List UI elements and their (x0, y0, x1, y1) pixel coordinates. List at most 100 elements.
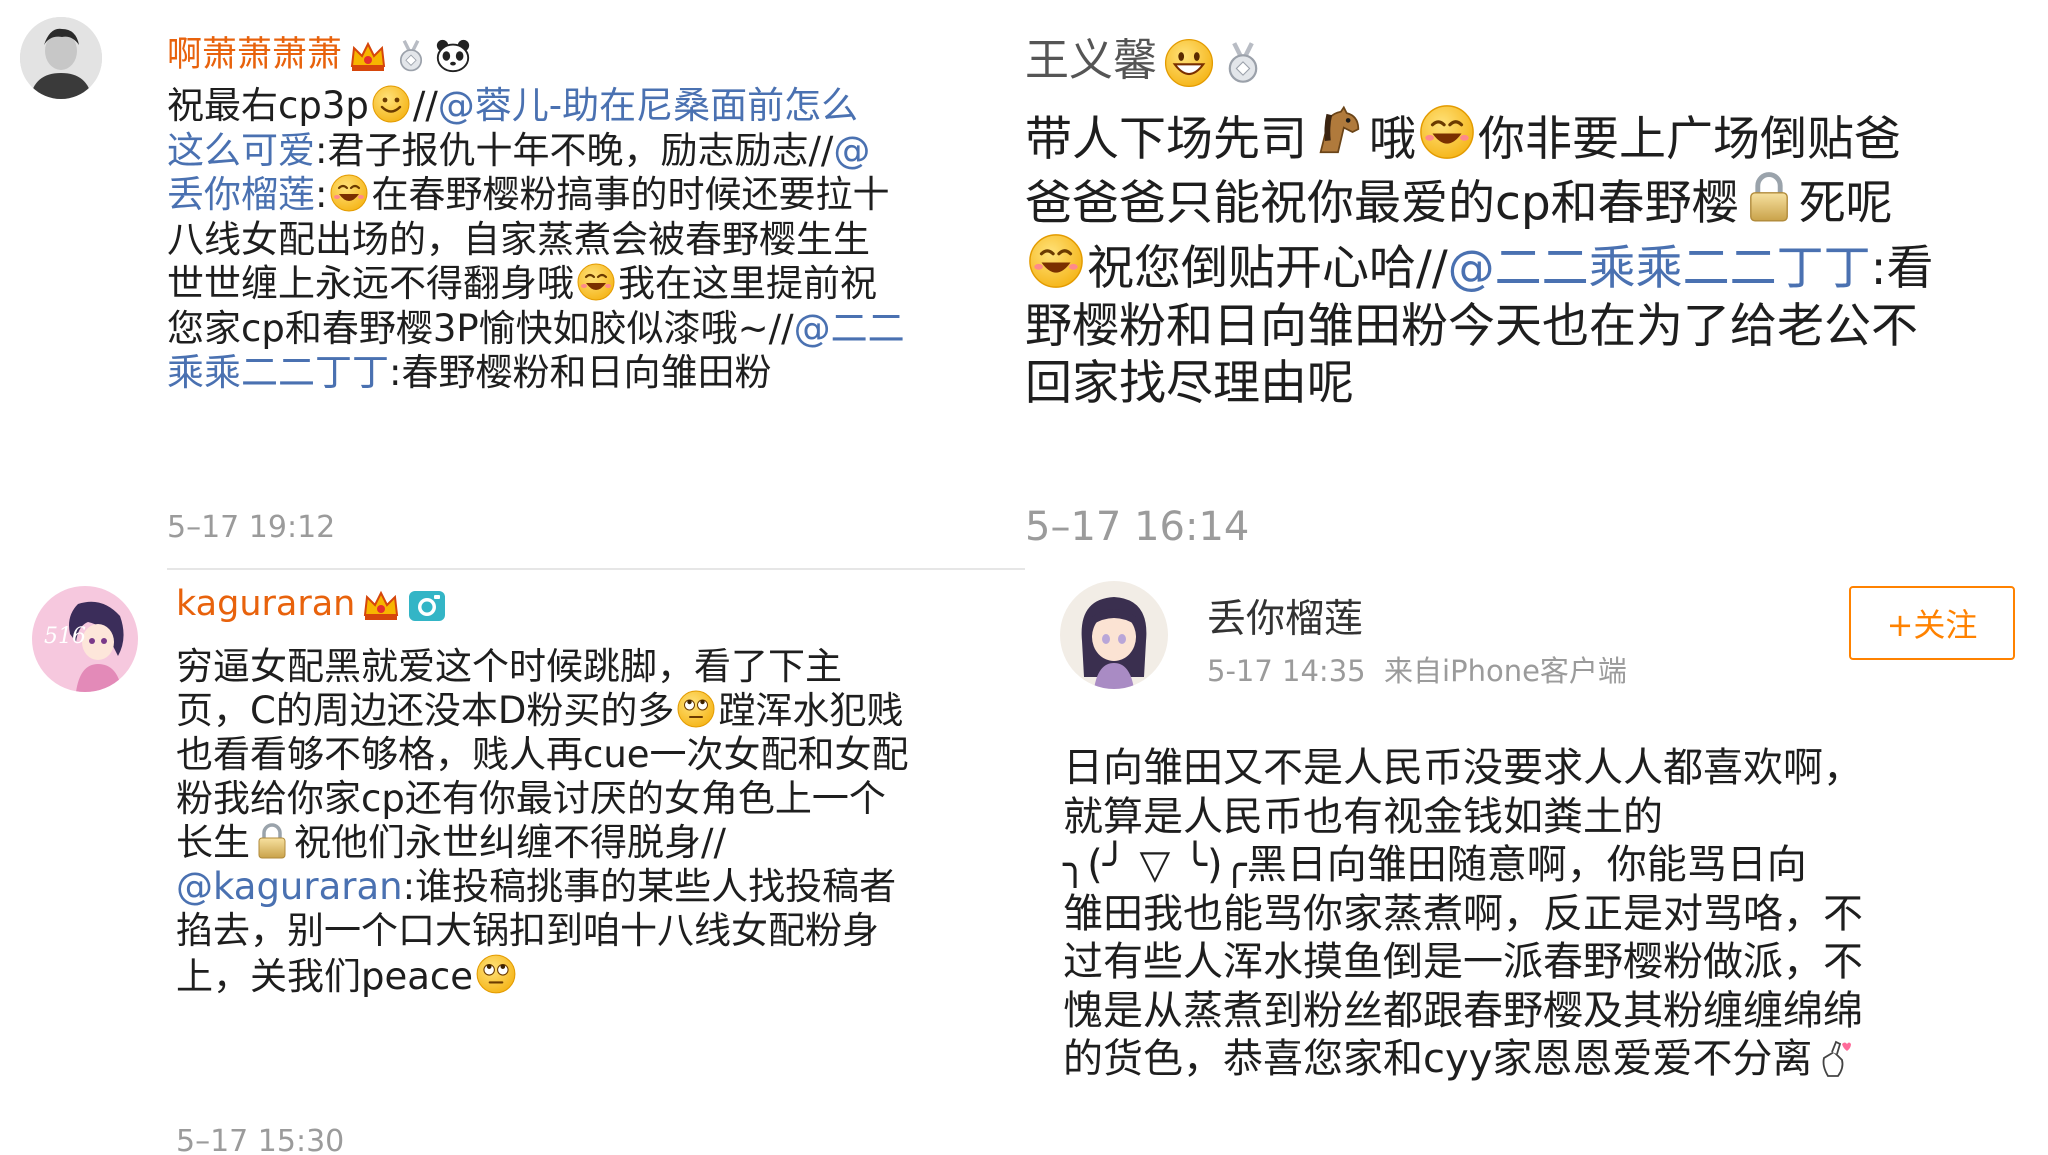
post-meta: 5-17 14:35 来自iPhone客户端 (1207, 654, 1627, 688)
avatar[interactable] (1060, 581, 1168, 689)
text-segment: 死呢 (1798, 175, 1893, 231)
mention-link[interactable]: @ (833, 129, 870, 172)
text-line: 丢你榴莲: 在春野樱粉搞事的时候还要拉十 (167, 173, 905, 218)
finger-heart-icon (1814, 1038, 1854, 1078)
text-line: 就算是人民币也有视金钱如粪土的 (1063, 793, 1663, 840)
text-line: 日向雏田又不是人民币没要求人人都喜欢啊， (1063, 745, 1863, 791)
grin-emoji-icon (1163, 37, 1215, 89)
text-line: 八线女配出场的，自家蒸煮会被春野樱生生 (167, 217, 870, 261)
text-line: 祝最右cp3p //@蓉儿-助在尼桑面前怎么 (167, 84, 905, 129)
panda-icon (434, 37, 472, 75)
text-segment: :君子报仇十年不晚，励志励志// (315, 128, 834, 172)
text-segment: 我在这里提前祝 (618, 262, 877, 305)
username[interactable]: 丢你榴莲 (1207, 588, 1363, 644)
text-line: 掐去，别一个口大锅扣到咱十八线女配粉身 (176, 909, 879, 952)
username-text[interactable]: kaguraran (176, 584, 355, 624)
text-segment: :看 (1870, 241, 1934, 296)
vip-crown-icon (361, 585, 401, 625)
text-line: 雏田我也能骂你家蒸煮啊，反正是对骂咯，不 (1063, 890, 1863, 937)
post-text: 带人下场先司 哦 你非要上广场倒贴爸 爸爸爸只能祝你最爱的cp和春野樱 死呢 祝您倒贴… (1025, 103, 1934, 413)
post-text: 穷逼女配黑就爱这个时候跳脚，看了下主 页，C的周边还没本D粉买的多 蹚浑水犯贱 也… (176, 645, 909, 999)
lock-emoji-icon (252, 821, 292, 861)
text-line: 世世缠上永远不得翻身哦 我在这里提前祝 (167, 262, 905, 307)
text-line: @kaguraran:谁投稿挑事的某些人找投稿者 (176, 865, 909, 909)
text-line: 祝您倒贴开心哈//@二二乘乘二二丁丁:看 (1025, 232, 1934, 298)
text-line: 上，关我们peace (176, 953, 909, 999)
smiley-emoji-icon (371, 84, 411, 124)
post-timestamp: 5–17 19:12 (167, 510, 336, 545)
text-segment: 蹚浑水犯贱 (718, 689, 904, 732)
text-segment: 上，关我们peace (176, 955, 474, 998)
username-text[interactable]: 王义馨 (1025, 35, 1157, 86)
mention-link[interactable]: 乘乘二二丁丁 (167, 351, 389, 394)
mention-link[interactable]: 这么可爱 (167, 129, 315, 172)
laugh-emoji-icon (329, 173, 369, 213)
username[interactable]: kaguraran (176, 584, 447, 625)
horse-emoji-icon (1309, 103, 1367, 161)
text-segment: 您家cp和春野樱3P愉快如胶似漆哦~// (167, 306, 794, 350)
medal-icon (394, 39, 428, 73)
mention-link[interactable]: @kaguraran (176, 865, 403, 908)
text-segment: :春野樱粉和日向雏田粉 (389, 351, 772, 394)
text-segment: : (315, 173, 328, 216)
follow-button[interactable]: +关注 (1849, 586, 2015, 660)
text-segment: 哦 (1369, 112, 1416, 167)
text-segment: 世世缠上永远不得翻身哦 (167, 262, 574, 305)
eyeroll-emoji-icon (475, 953, 517, 995)
avatar-text: 516 (44, 624, 86, 649)
text-line: 带人下场先司 哦 你非要上广场倒贴爸 (1025, 103, 1934, 169)
text-segment: 祝最右cp3p (167, 84, 369, 127)
lock-emoji-icon (1741, 169, 1797, 225)
text-line: 乘乘二二丁丁:春野樱粉和日向雏田粉 (167, 351, 905, 396)
username-text[interactable]: 啊萧萧萧萧 (167, 35, 342, 75)
text-line: 您家cp和春野樱3P愉快如胶似漆哦~//@二二 (167, 307, 905, 352)
text-line: 回家找尽理由呢 (1025, 356, 1354, 411)
text-segment: 你非要上广场倒贴爸 (1478, 112, 1901, 167)
post-text: 日向雏田又不是人民币没要求人人都喜欢啊， 就算是人民币也有视金钱如粪土的 ╮(╯… (1063, 744, 1863, 1084)
text-line: 的货色，恭喜您家和cyy家恩恩爱爱不分离 (1063, 1035, 1863, 1084)
text-segment: 的货色，恭喜您家和cyy家恩恩爱爱不分离 (1063, 1036, 1813, 1082)
laugh-emoji-icon (1418, 103, 1476, 161)
text-segment: 在春野樱粉搞事的时候还要拉十 (371, 173, 890, 216)
username[interactable]: 啊萧萧萧萧 (167, 26, 472, 77)
post-card-bottom-left: 516 kaguraran 穷逼女配黑就爱这个时候跳脚，看了下主 页，C的周边还… (0, 548, 1025, 1155)
post-text: 祝最右cp3p //@蓉儿-助在尼桑面前怎么 这么可爱:君子报仇十年不晚，励志励志… (167, 84, 905, 396)
text-segment: 长生 (176, 821, 250, 864)
post-card-top-left: 啊萧萧萧萧 祝最右cp3p //@蓉儿-助在尼桑面前怎么 这么可爱:君子报仇十年不… (0, 0, 1025, 548)
avatar[interactable] (20, 17, 102, 99)
text-line: 也看看够不够格，贱人再cue一次女配和女配 (176, 733, 909, 776)
text-segment: 爸爸爸只能祝你最爱的cp和春野樱 (1025, 175, 1739, 231)
text-line: 愧是从蒸煮到粉丝都跟春野樱及其粉缠缠绵绵 (1063, 987, 1863, 1034)
text-line: 野樱粉和日向雏田粉今天也在为了给老公不 (1025, 298, 1918, 354)
post-timestamp: 5–17 16:14 (1025, 504, 1250, 548)
text-line: ╮(╯ ▽ ╰)╭黑日向雏田随意啊，你能骂日向 (1063, 842, 1807, 888)
text-line: 页，C的周边还没本D粉买的多 蹚浑水犯贱 (176, 689, 909, 733)
username[interactable]: 王义馨 (1025, 24, 1265, 89)
mention-link[interactable]: @二二乘乘二二丁丁 (1448, 241, 1871, 296)
mention-link[interactable]: @蓉儿-助在尼桑面前怎么 (438, 84, 858, 127)
laugh-emoji-icon (576, 262, 616, 302)
text-segment: // (412, 84, 438, 127)
text-line: 这么可爱:君子报仇十年不晚，励志励志//@ (167, 129, 905, 174)
eyeroll-emoji-icon (676, 689, 716, 729)
text-segment: 祝他们永世纠缠不得脱身// (294, 821, 726, 864)
mention-link[interactable]: @二二 (794, 307, 905, 350)
text-line: 穷逼女配黑就爱这个时候跳脚，看了下主 (176, 645, 842, 688)
text-line: 爸爸爸只能祝你最爱的cp和春野樱 死呢 (1025, 169, 1934, 233)
text-segment: 页，C的周边还没本D粉买的多 (176, 689, 675, 732)
text-segment: 带人下场先司 (1025, 112, 1307, 167)
text-line: 长生 祝他们永世纠缠不得脱身// (176, 821, 909, 865)
text-segment: :谁投稿挑事的某些人找投稿者 (402, 865, 897, 908)
mention-link[interactable]: 丢你榴莲 (167, 173, 315, 216)
text-segment: 祝您倒贴开心哈// (1087, 241, 1448, 296)
post-timestamp: 5–17 15:30 (176, 1124, 345, 1155)
vip-crown-icon (348, 36, 388, 76)
text-line: 粉我给你家cp还有你最讨厌的女角色上一个 (176, 777, 886, 820)
avatar[interactable]: 516 (32, 586, 138, 692)
post-card-top-right: 王义馨 带人下场先司 哦 你非要上广场倒贴爸 爸爸爸只能祝你最爱的cp和春野樱 死呢 … (1025, 0, 2048, 548)
laugh-emoji-icon (1027, 232, 1085, 290)
medal-icon (1221, 41, 1265, 85)
divider (167, 568, 1025, 570)
camera-icon (407, 585, 447, 625)
text-line: 过有些人浑水摸鱼倒是一派春野樱粉做派，不 (1063, 939, 1863, 985)
